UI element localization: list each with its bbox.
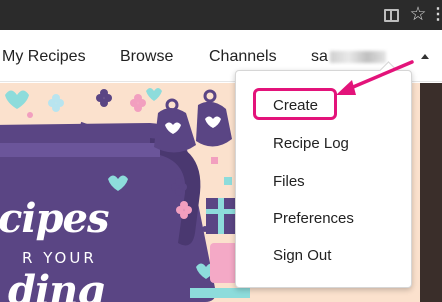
- hero-title-line1: cipes: [0, 195, 109, 242]
- flower-shape: [130, 94, 146, 112]
- menu-item-recipe-log[interactable]: Recipe Log: [273, 135, 349, 152]
- confetti-piece: [211, 157, 218, 164]
- menu-item-preferences[interactable]: Preferences: [273, 210, 354, 227]
- hero-title-line2: R YOUR: [22, 249, 97, 267]
- confetti-piece: [27, 112, 33, 118]
- flower-shape: [96, 89, 112, 107]
- more-menu-icon[interactable]: ⋮: [430, 5, 442, 25]
- annotation-highlight-box: [253, 88, 337, 120]
- gift-box: [206, 198, 236, 234]
- flower-shape: [48, 94, 64, 112]
- blender-lid: [0, 143, 160, 157]
- gift-bag-left: [154, 98, 196, 153]
- bookmark-star-icon[interactable]: ☆: [408, 5, 428, 25]
- caret-up-icon[interactable]: [421, 54, 429, 59]
- hero-title-line3: ding: [8, 267, 105, 302]
- menu-item-sign-out[interactable]: Sign Out: [273, 247, 331, 264]
- nav-browse[interactable]: Browse: [120, 48, 173, 66]
- nav-channels[interactable]: Channels: [209, 48, 277, 66]
- username-redacted: [329, 50, 386, 63]
- gift-bag-right: [196, 89, 232, 147]
- confetti-piece: [224, 177, 232, 185]
- browser-toolbar: ☆ ⋮: [0, 0, 442, 30]
- heart-shape: [146, 88, 162, 101]
- heart-shape: [5, 90, 29, 109]
- username-visible: sa: [311, 48, 328, 65]
- reader-view-icon[interactable]: [381, 5, 401, 25]
- hero-dark-edge: [420, 83, 442, 302]
- menu-item-files[interactable]: Files: [273, 173, 305, 190]
- nav-my-recipes[interactable]: My Recipes: [2, 48, 86, 66]
- teal-shelf: [190, 288, 250, 298]
- nav-user-menu[interactable]: sa: [311, 48, 409, 66]
